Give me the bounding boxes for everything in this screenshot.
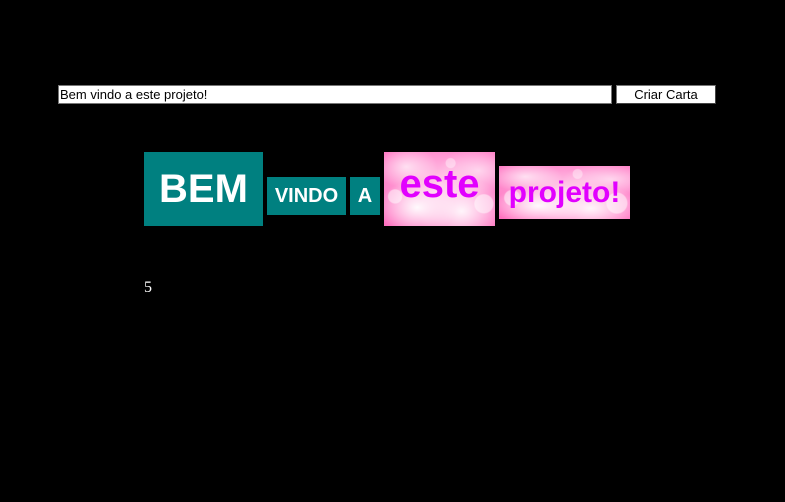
- word-card: VINDO: [267, 177, 346, 215]
- card-list: BEM VINDO A este projeto!: [0, 0, 785, 502]
- word-card-label: este: [399, 161, 480, 206]
- word-card-label: BEM: [159, 166, 248, 211]
- word-card-label: VINDO: [274, 184, 339, 207]
- word-card: projeto!: [499, 166, 630, 219]
- word-card: BEM: [144, 152, 263, 226]
- word-card-label: A: [357, 184, 373, 207]
- word-card-label: projeto!: [508, 175, 621, 209]
- word-card: este: [384, 152, 495, 226]
- card-count: 5: [144, 279, 152, 296]
- page: Criar Carta BEM VINDO A este projeto! 5: [0, 0, 785, 502]
- word-card: A: [350, 177, 380, 215]
